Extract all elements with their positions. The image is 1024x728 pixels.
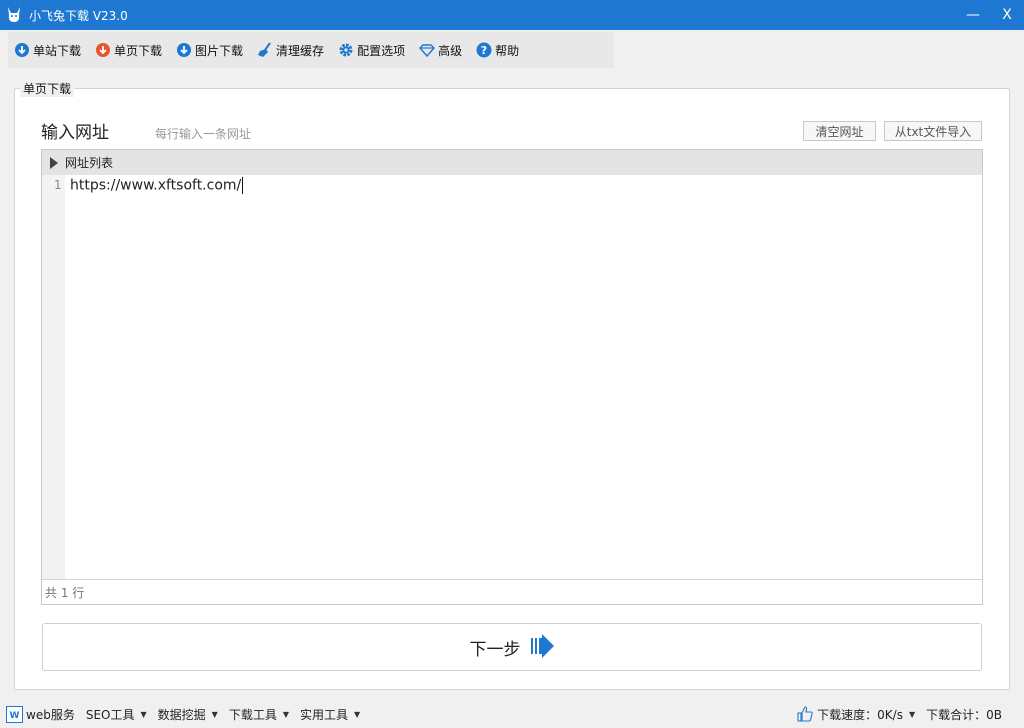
line-number: 1 bbox=[54, 178, 62, 192]
line-number-gutter bbox=[42, 175, 65, 579]
toolbar-item-label: 清理缓存 bbox=[276, 43, 325, 58]
toolbar-empty-area bbox=[614, 32, 990, 68]
download-speed-label: 下载速度：0K/s bbox=[817, 707, 903, 722]
gear-icon bbox=[338, 42, 354, 58]
text-caret bbox=[242, 177, 244, 194]
minimize-button[interactable]: — bbox=[956, 0, 990, 30]
menu-label: SEO工具 bbox=[85, 707, 135, 722]
dropdown-caret-icon: ▼ bbox=[211, 709, 218, 719]
cloud-download-icon bbox=[95, 42, 111, 58]
toolbar-item-label: 图片下载 bbox=[195, 43, 244, 58]
arrow-right-icon bbox=[530, 633, 555, 662]
line-count: 共 1 行 bbox=[45, 585, 85, 600]
cloud-download-icon bbox=[14, 42, 30, 58]
web-service-icon: W bbox=[6, 705, 23, 723]
dropdown-caret-icon: ▼ bbox=[908, 709, 916, 719]
dropdown-caret-icon: ▼ bbox=[282, 709, 289, 719]
input-url-hint: 每行输入一条网址 bbox=[155, 127, 252, 141]
thumbs-up-icon bbox=[797, 706, 813, 722]
next-step-button[interactable]: 下一步 bbox=[42, 623, 982, 671]
toolbar-item-label: 高级 bbox=[438, 43, 463, 58]
expand-triangle-icon bbox=[50, 156, 58, 169]
toolbar-item-label: 配置选项 bbox=[357, 43, 406, 58]
dropdown-caret-icon: ▼ bbox=[354, 709, 361, 719]
broom-icon bbox=[257, 42, 273, 58]
menu-label: 数据挖掘 bbox=[157, 707, 206, 722]
status-right: 下载速度：0K/s ▼ 下载合计：0B bbox=[797, 700, 1002, 728]
download-tools-menu[interactable]: 下载工具 ▼ bbox=[229, 706, 289, 723]
web-service-label: web服务 bbox=[26, 707, 75, 722]
toolbar-site-download[interactable]: 单站下载 bbox=[8, 32, 89, 68]
url-line-text: https://www.xftsoft.com/ bbox=[70, 177, 242, 194]
status-bar: W web服务 SEO工具 ▼ 数据挖掘 ▼ 下载工具 ▼ 实用工具 ▼ 下载速度：0K… bbox=[0, 700, 1024, 728]
toolbar-image-download[interactable]: 图片下载 bbox=[170, 32, 251, 68]
next-step-label: 下一步 bbox=[469, 639, 521, 660]
toolbar-advanced[interactable]: 高级 bbox=[413, 32, 470, 68]
url-line[interactable]: https://www.xftsoft.com/ bbox=[70, 177, 244, 194]
close-button[interactable]: X bbox=[990, 0, 1024, 30]
menu-label: 实用工具 bbox=[299, 707, 348, 722]
toolbar: 单站下载 单页下载 图片下载 清理缓存 配置选项 高级 ? 帮助 bbox=[8, 32, 990, 68]
help-icon: ? bbox=[476, 42, 492, 58]
clear-urls-button[interactable]: 清空网址 bbox=[803, 121, 876, 141]
toolbar-item-label: 单站下载 bbox=[33, 43, 82, 58]
window-title: 小飞兔下载 V23.0 bbox=[29, 8, 128, 23]
data-mining-menu[interactable]: 数据挖掘 ▼ bbox=[158, 706, 218, 723]
toolbar-clear-cache[interactable]: 清理缓存 bbox=[251, 32, 332, 68]
toolbar-item-label: 帮助 bbox=[495, 43, 520, 58]
dropdown-caret-icon: ▼ bbox=[140, 709, 147, 719]
group-legend: 单页下载 bbox=[20, 80, 75, 97]
import-txt-button[interactable]: 从txt文件导入 bbox=[884, 121, 982, 141]
utility-tools-menu[interactable]: 实用工具 ▼ bbox=[300, 706, 360, 723]
url-list-header[interactable]: 网址列表 bbox=[42, 150, 982, 175]
input-url-title: 输入网址 bbox=[41, 123, 109, 143]
menu-label: 下载工具 bbox=[228, 707, 277, 722]
toolbar-settings[interactable]: 配置选项 bbox=[332, 32, 413, 68]
svg-text:W: W bbox=[10, 711, 20, 721]
download-total: 下载合计：0B bbox=[926, 707, 1002, 722]
toolbar-item-label: 单页下载 bbox=[114, 43, 163, 58]
toolbar-page-download[interactable]: 单页下载 bbox=[89, 32, 170, 68]
toolbar-help[interactable]: ? 帮助 bbox=[470, 32, 527, 68]
diamond-icon bbox=[419, 42, 436, 58]
editor-footer: 共 1 行 bbox=[42, 579, 982, 604]
svg-text:?: ? bbox=[481, 44, 487, 57]
web-service-button[interactable]: W web服务 bbox=[6, 705, 75, 723]
title-bar: 小飞兔下载 V23.0 — X bbox=[0, 0, 1024, 30]
url-list-header-label: 网址列表 bbox=[65, 156, 114, 170]
toolbar-area: 单站下载 单页下载 图片下载 清理缓存 配置选项 高级 ? 帮助 bbox=[0, 30, 1024, 68]
url-list-editor[interactable]: 网址列表 1 https://www.xftsoft.com/ 共 1 行 bbox=[41, 149, 983, 605]
seo-tools-menu[interactable]: SEO工具 ▼ bbox=[86, 706, 147, 723]
download-speed[interactable]: 下载速度：0K/s ▼ bbox=[817, 706, 915, 723]
cloud-download-icon bbox=[176, 42, 192, 58]
rabbit-logo-icon bbox=[5, 6, 23, 24]
